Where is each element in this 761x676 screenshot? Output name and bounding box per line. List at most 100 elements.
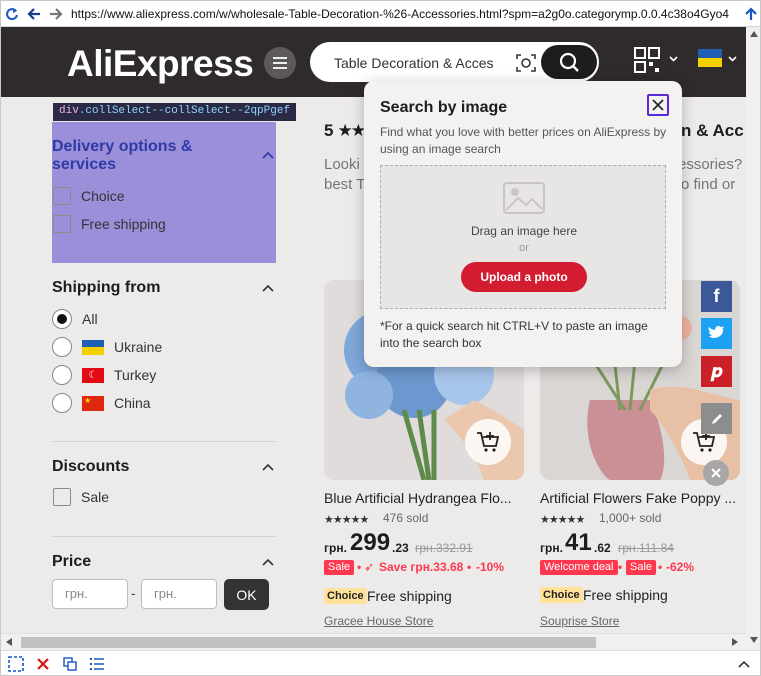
results-heading-right: n & Acc (681, 121, 744, 140)
filter-choice[interactable]: Choice (53, 187, 125, 205)
scroll-down-arrow-icon[interactable] (750, 637, 758, 643)
scroll-up-arrow-icon[interactable] (750, 31, 758, 37)
store-link[interactable]: Souprise Store (540, 614, 619, 628)
chevron-up-icon[interactable] (262, 151, 274, 159)
forward-arrow-icon[interactable] (45, 3, 67, 25)
facebook-share-icon[interactable]: f (701, 281, 732, 312)
sale-badge: Sale (324, 560, 355, 575)
menu-button[interactable] (264, 47, 296, 79)
back-arrow-icon[interactable] (23, 3, 45, 25)
chevron-up-icon[interactable] (732, 653, 756, 675)
sold-count: 476 sold (383, 511, 429, 525)
radio-button[interactable] (52, 309, 72, 329)
choice-badge: Choice (324, 588, 367, 604)
refresh-icon[interactable] (1, 3, 23, 25)
fire-icon: ➶ (364, 560, 375, 574)
price-currency: грн. (540, 541, 563, 555)
popup-subtitle: Find what you love with better prices on… (380, 125, 667, 156)
horizontal-scroll-thumb[interactable] (21, 637, 596, 648)
rating-stars-icon: ★★★★★ (540, 514, 585, 526)
aliexpress-logo[interactable]: AliExpress (67, 43, 254, 85)
bullet-dot: • (357, 560, 362, 574)
chevron-up-icon[interactable] (262, 558, 274, 566)
bullet-dot: • (618, 560, 623, 574)
search-box[interactable]: Table Decoration & Acces (310, 42, 599, 82)
vertical-scrollbar[interactable] (746, 27, 760, 650)
filter-label: Choice (81, 188, 125, 204)
choice-badge: Choice (540, 587, 583, 603)
price-ok-button[interactable]: OK (224, 579, 269, 610)
filter-free-shipping[interactable]: Free shipping (53, 215, 166, 233)
popup-note: *For a quick search hit CTRL+V to paste … (380, 319, 648, 350)
shipping-from-title: Shipping from (52, 279, 161, 296)
image-drop-zone[interactable]: Drag an image here or Upload a photo (380, 165, 666, 309)
bullet-dot: • (658, 560, 663, 574)
checkbox[interactable] (53, 215, 71, 233)
chevron-down-icon[interactable] (728, 53, 737, 65)
select-element-icon[interactable] (4, 653, 28, 675)
store-link[interactable]: Gracee House Store (324, 614, 433, 628)
filter-sale[interactable]: Sale (53, 488, 109, 506)
chevron-up-icon[interactable] (262, 284, 274, 292)
divider (52, 536, 276, 537)
discount-percent: -10% (476, 560, 505, 574)
devtools-toolbar (1, 650, 760, 675)
horizontal-scrollbar[interactable] (1, 633, 746, 650)
free-shipping-label: Free shipping (367, 588, 452, 604)
radio-ukraine[interactable]: Ukraine (52, 337, 162, 357)
results-desc-left-2: best T (324, 176, 366, 193)
radio-button[interactable] (52, 365, 72, 385)
page-viewport: AliExpress Table Decoration & Acces div.… (1, 27, 746, 633)
product-title[interactable]: Blue Artificial Hydrangea Flo... (324, 490, 522, 506)
product-title[interactable]: Artificial Flowers Fake Poppy ... (540, 490, 738, 506)
checkbox[interactable] (53, 187, 71, 205)
image-placeholder-icon (503, 182, 545, 214)
close-red-icon[interactable] (31, 653, 55, 675)
search-button[interactable] (541, 45, 597, 79)
chevron-up-icon[interactable] (262, 463, 274, 471)
popup-close-button[interactable] (647, 94, 669, 116)
cart-plus-icon (693, 432, 716, 452)
add-to-cart-button[interactable] (465, 419, 511, 465)
chevron-down-icon[interactable] (669, 53, 678, 65)
search-input[interactable]: Table Decoration & Acces (334, 55, 504, 71)
qr-code-icon[interactable] (634, 47, 660, 73)
scroll-right-arrow-icon[interactable] (732, 638, 738, 646)
rating-stars-icon: ★★★★★ (324, 514, 369, 526)
cart-plus-icon (477, 432, 500, 452)
discount-percent: -62% (666, 560, 695, 574)
price-max-input[interactable]: грн. (141, 579, 217, 609)
welcome-deal-badge: Welcome deal (540, 560, 618, 575)
arrow-up-icon[interactable] (740, 3, 760, 25)
close-share-icon[interactable] (703, 460, 729, 486)
turkey-flag-icon: ☾ (82, 367, 104, 383)
price-integer: 299 (350, 529, 391, 556)
price-min-input[interactable]: грн. (52, 579, 128, 609)
edit-pen-icon[interactable] (701, 403, 732, 434)
copy-icon[interactable] (58, 653, 82, 675)
hamburger-icon (273, 57, 287, 69)
browser-window: https://www.aliexpress.com/w/wholesale-T… (0, 0, 761, 676)
price-old: грн.332.91 (415, 541, 473, 555)
radio-button[interactable] (52, 337, 72, 357)
popup-title: Search by image (380, 99, 508, 116)
twitter-share-icon[interactable] (701, 318, 732, 349)
radio-turkey[interactable]: ☾ Turkey (52, 365, 156, 385)
pinterest-share-icon[interactable]: 𝒑 (701, 356, 732, 387)
url-text[interactable]: https://www.aliexpress.com/w/wholesale-T… (67, 7, 740, 21)
radio-all[interactable]: All (52, 309, 98, 329)
scroll-left-arrow-icon[interactable] (6, 638, 12, 646)
china-flag-icon: ★ (82, 395, 104, 411)
checkbox[interactable] (53, 488, 71, 506)
camera-search-icon[interactable] (515, 52, 537, 74)
drag-text: Drag an image here (470, 224, 578, 238)
devtools-tooltip: div.collSelect--collSelect--2qpPgef (53, 103, 297, 121)
radio-label: China (114, 395, 151, 411)
radio-button[interactable] (52, 393, 72, 413)
price-title: Price (52, 553, 92, 570)
upload-photo-button[interactable]: Upload a photo (461, 262, 587, 292)
ukraine-flag-icon[interactable] (698, 49, 722, 67)
list-icon[interactable] (85, 653, 109, 675)
price-separator: - (131, 585, 136, 601)
radio-china[interactable]: ★ China (52, 393, 151, 413)
